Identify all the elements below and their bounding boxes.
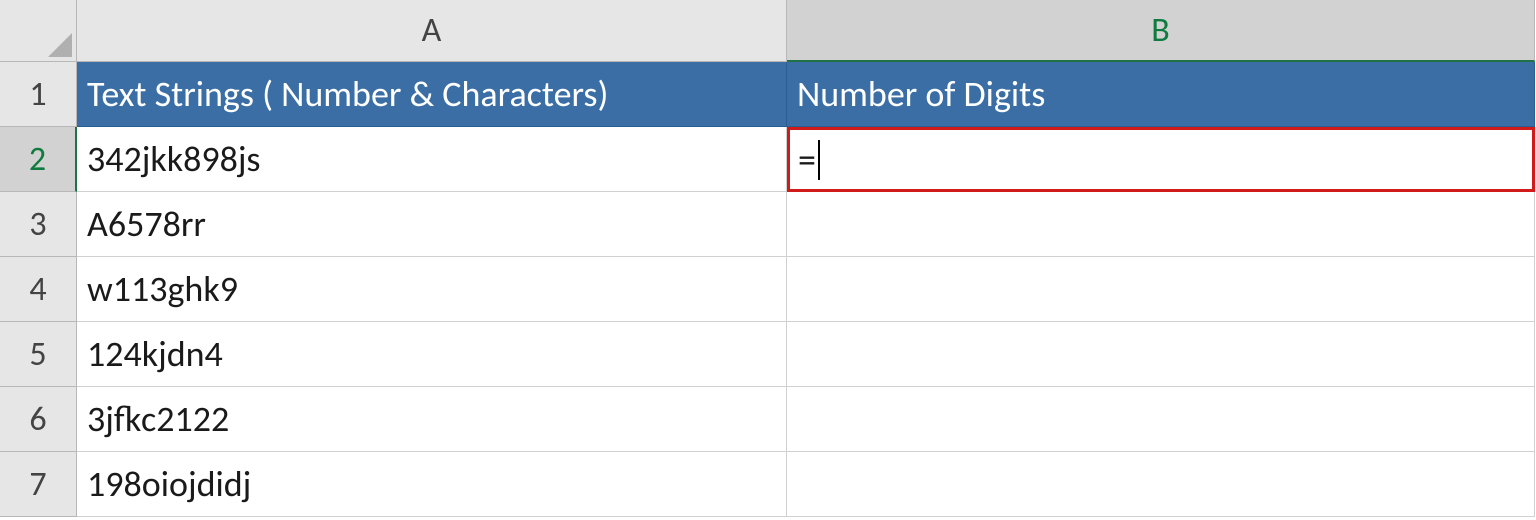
row-header-1[interactable]: 1 xyxy=(0,62,77,127)
cell-B5[interactable] xyxy=(787,322,1535,387)
cell-B1[interactable]: Number of Digits xyxy=(787,62,1535,127)
row-header-2[interactable]: 2 xyxy=(0,127,77,192)
cell-B2[interactable]: = xyxy=(787,127,1535,192)
row-header-4[interactable]: 4 xyxy=(0,257,77,322)
column-header-A[interactable]: A xyxy=(77,0,787,62)
cell-B7[interactable] xyxy=(787,452,1535,517)
spreadsheet-grid: A B 1 Text Strings ( Number & Characters… xyxy=(0,0,1536,517)
cell-A7[interactable]: 198oiojdidj xyxy=(77,452,787,517)
cell-A5[interactable]: 124kjdn4 xyxy=(77,322,787,387)
row-header-5[interactable]: 5 xyxy=(0,322,77,387)
cell-A2[interactable]: 342jkk898js xyxy=(77,127,787,192)
cell-B2-content: = xyxy=(798,138,816,182)
cell-B3[interactable] xyxy=(787,192,1535,257)
column-header-B[interactable]: B xyxy=(787,0,1535,62)
select-all-triangle-icon xyxy=(48,33,72,57)
row-header-7[interactable]: 7 xyxy=(0,452,77,517)
select-all-corner[interactable] xyxy=(0,0,77,62)
cell-A1[interactable]: Text Strings ( Number & Characters) xyxy=(77,62,787,127)
cell-A4[interactable]: w113ghk9 xyxy=(77,257,787,322)
row-header-6[interactable]: 6 xyxy=(0,387,77,452)
row-header-3[interactable]: 3 xyxy=(0,192,77,257)
text-cursor-icon xyxy=(818,140,820,180)
cell-B4[interactable] xyxy=(787,257,1535,322)
cell-B6[interactable] xyxy=(787,387,1535,452)
cell-A6[interactable]: 3jfkc2122 xyxy=(77,387,787,452)
cell-A3[interactable]: A6578rr xyxy=(77,192,787,257)
